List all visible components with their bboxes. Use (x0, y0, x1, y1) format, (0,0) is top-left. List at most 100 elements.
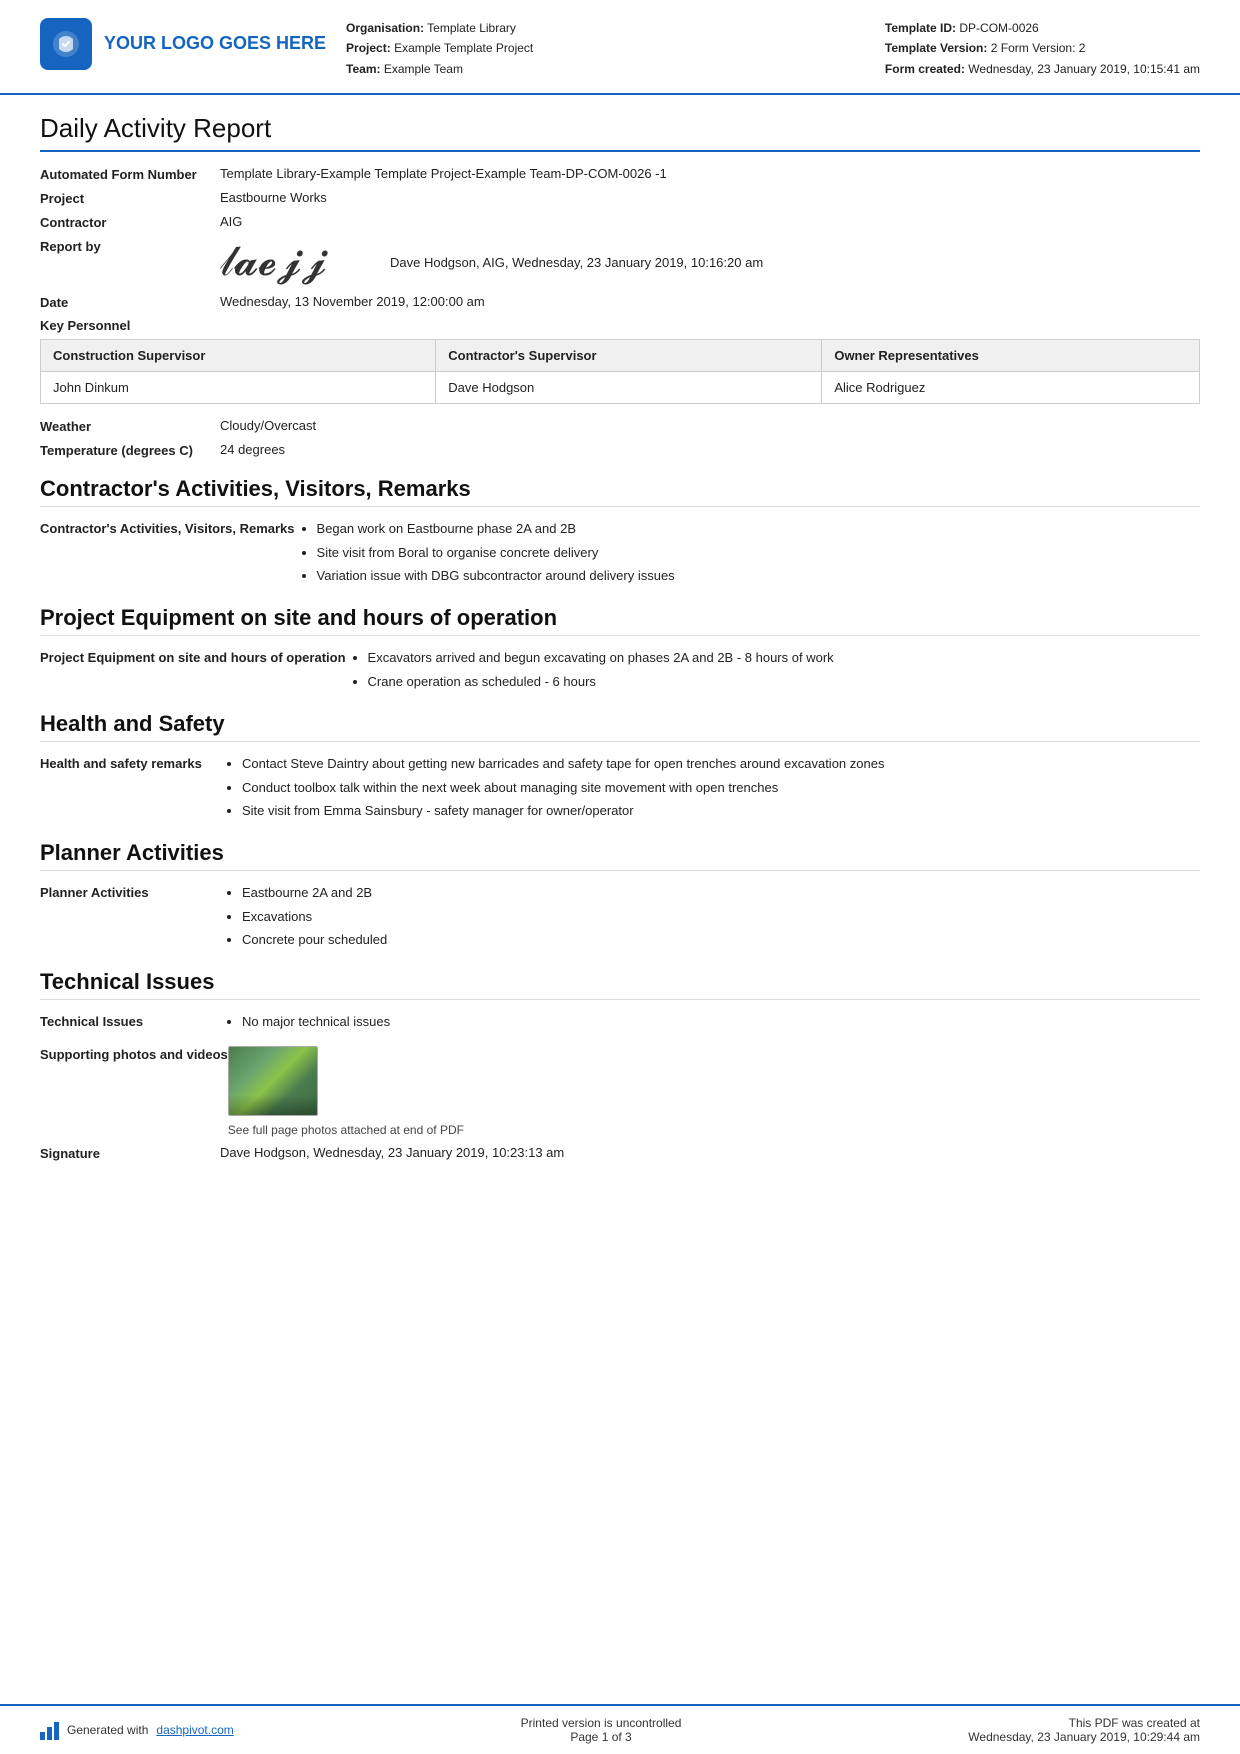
footer-pdf-date: Wednesday, 23 January 2019, 10:29:44 am (968, 1730, 1200, 1744)
signature-image: 𝓁𝓪𝓮𝓳𝓳 (220, 238, 370, 286)
section-heading-health: Health and Safety (40, 711, 1200, 742)
list-item: Site visit from Emma Sainsbury - safety … (242, 799, 1200, 822)
contractors-activities-label: Contractor's Activities, Visitors, Remar… (40, 517, 295, 540)
col-owner-representatives: Owner Representatives (822, 340, 1200, 372)
template-id-value: DP-COM-0026 (959, 21, 1038, 35)
header-right: Template ID: DP-COM-0026 Template Versio… (885, 18, 1200, 79)
signature-area: 𝓁𝓪𝓮𝓳𝓳 Dave Hodgson, AIG, Wednesday, 23 J… (220, 238, 1200, 286)
footer: Generated with dashpivot.com Printed ver… (0, 1704, 1240, 1754)
date-value: Wednesday, 13 November 2019, 12:00:00 am (220, 294, 1200, 309)
form-created-label: Form created: (885, 62, 965, 76)
project-value: Example Template Project (394, 41, 533, 55)
footer-generated-text: Generated with (67, 1723, 148, 1737)
footer-uncontrolled: Printed version is uncontrolled (521, 1716, 682, 1730)
technical-issues-label: Technical Issues (40, 1010, 220, 1033)
team-label: Team: (346, 62, 380, 76)
signature-row: Signature Dave Hodgson, Wednesday, 23 Ja… (40, 1145, 1200, 1161)
key-personnel-label: Key Personnel (40, 318, 1200, 333)
signature-label: Signature (40, 1145, 220, 1161)
report-by-row: Report by 𝓁𝓪𝓮𝓳𝓳 Dave Hodgson, AIG, Wedne… (40, 238, 1200, 286)
form-number-label: Automated Form Number (40, 166, 220, 182)
project-label-field: Project (40, 190, 220, 206)
section-heading-contractors: Contractor's Activities, Visitors, Remar… (40, 476, 1200, 507)
list-item: Site visit from Boral to organise concre… (317, 541, 1200, 564)
template-id-label: Template ID: (885, 21, 956, 35)
supporting-photos-label: Supporting photos and videos (40, 1046, 228, 1062)
list-item: Crane operation as scheduled - 6 hours (368, 670, 1200, 693)
header-meta: Organisation: Template Library Project: … (326, 18, 885, 79)
footer-pdf-created: This PDF was created at (968, 1716, 1200, 1730)
list-item: No major technical issues (242, 1010, 1200, 1033)
form-number-value: Template Library-Example Template Projec… (220, 166, 1200, 181)
team-value: Example Team (384, 62, 463, 76)
health-list: Contact Steve Daintry about getting new … (220, 752, 1200, 822)
cell-alice-rodriguez: Alice Rodriguez (822, 372, 1200, 404)
section-heading-technical: Technical Issues (40, 969, 1200, 1000)
equipment-row: Project Equipment on site and hours of o… (40, 646, 1200, 693)
weather-row: Weather Cloudy/Overcast (40, 418, 1200, 434)
section-heading-planner: Planner Activities (40, 840, 1200, 871)
technical-issues-row: Technical Issues No major technical issu… (40, 1010, 1200, 1033)
photo-thumbnail (228, 1046, 318, 1116)
health-row: Health and safety remarks Contact Steve … (40, 752, 1200, 822)
logo-text: YOUR LOGO GOES HERE (104, 33, 326, 55)
weather-value: Cloudy/Overcast (220, 418, 1200, 433)
contractor-value: AIG (220, 214, 1200, 229)
list-item: Began work on Eastbourne phase 2A and 2B (317, 517, 1200, 540)
cell-dave-hodgson: Dave Hodgson (436, 372, 822, 404)
page: YOUR LOGO GOES HERE Organisation: Templa… (0, 0, 1240, 1754)
planner-list: Eastbourne 2A and 2B Excavations Concret… (220, 881, 1200, 951)
template-version-value: 2 Form Version: 2 (991, 41, 1086, 55)
contractors-activities-list: Began work on Eastbourne phase 2A and 2B… (295, 517, 1200, 587)
header: YOUR LOGO GOES HERE Organisation: Templa… (0, 0, 1240, 95)
technical-issues-list: No major technical issues (220, 1010, 1200, 1033)
list-item: Conduct toolbox talk within the next wee… (242, 776, 1200, 799)
list-item: Variation issue with DBG subcontractor a… (317, 564, 1200, 587)
report-by-label: Report by (40, 238, 220, 254)
personnel-table: Construction Supervisor Contractor's Sup… (40, 339, 1200, 404)
report-by-name: Dave Hodgson, AIG, Wednesday, 23 January… (390, 255, 763, 270)
template-version-label: Template Version: (885, 41, 987, 55)
list-item: Eastbourne 2A and 2B (242, 881, 1200, 904)
org-label: Organisation: (346, 21, 424, 35)
col-construction-supervisor: Construction Supervisor (41, 340, 436, 372)
report-by-value: 𝓁𝓪𝓮𝓳𝓳 Dave Hodgson, AIG, Wednesday, 23 J… (220, 238, 1200, 286)
equipment-label: Project Equipment on site and hours of o… (40, 646, 346, 669)
doc-title: Daily Activity Report (40, 113, 1200, 152)
logo-icon (40, 18, 92, 70)
weather-label: Weather (40, 418, 220, 434)
project-value-field: Eastbourne Works (220, 190, 1200, 205)
personnel-row: John Dinkum Dave Hodgson Alice Rodriguez (41, 372, 1200, 404)
list-item: Excavators arrived and begun excavating … (368, 646, 1200, 669)
logo-area: YOUR LOGO GOES HERE (40, 18, 326, 70)
photo-caption: See full page photos attached at end of … (228, 1123, 1200, 1137)
signature-value: Dave Hodgson, Wednesday, 23 January 2019… (220, 1145, 1200, 1160)
main-content: Daily Activity Report Automated Form Num… (0, 95, 1240, 1704)
planner-label: Planner Activities (40, 881, 220, 904)
section-heading-equipment: Project Equipment on site and hours of o… (40, 605, 1200, 636)
supporting-photos-row: Supporting photos and videos See full pa… (40, 1046, 1200, 1137)
temperature-row: Temperature (degrees C) 24 degrees (40, 442, 1200, 458)
contractor-row: Contractor AIG (40, 214, 1200, 230)
contractor-label: Contractor (40, 214, 220, 230)
footer-link[interactable]: dashpivot.com (156, 1723, 233, 1737)
cell-john-dinkum: John Dinkum (41, 372, 436, 404)
equipment-list: Excavators arrived and begun excavating … (346, 646, 1200, 693)
supporting-photos-content: See full page photos attached at end of … (228, 1046, 1200, 1137)
footer-center: Printed version is uncontrolled Page 1 o… (521, 1716, 682, 1744)
health-label: Health and safety remarks (40, 752, 220, 775)
list-item: Excavations (242, 905, 1200, 928)
footer-left: Generated with dashpivot.com (40, 1720, 234, 1740)
planner-row: Planner Activities Eastbourne 2A and 2B … (40, 881, 1200, 951)
org-value: Template Library (427, 21, 516, 35)
project-row: Project Eastbourne Works (40, 190, 1200, 206)
temperature-label: Temperature (degrees C) (40, 442, 220, 458)
footer-page: Page 1 of 3 (521, 1730, 682, 1744)
list-item: Contact Steve Daintry about getting new … (242, 752, 1200, 775)
col-contractors-supervisor: Contractor's Supervisor (436, 340, 822, 372)
footer-right: This PDF was created at Wednesday, 23 Ja… (968, 1716, 1200, 1744)
temperature-value: 24 degrees (220, 442, 1200, 457)
date-row: Date Wednesday, 13 November 2019, 12:00:… (40, 294, 1200, 310)
date-label: Date (40, 294, 220, 310)
footer-bars-icon (40, 1720, 59, 1740)
